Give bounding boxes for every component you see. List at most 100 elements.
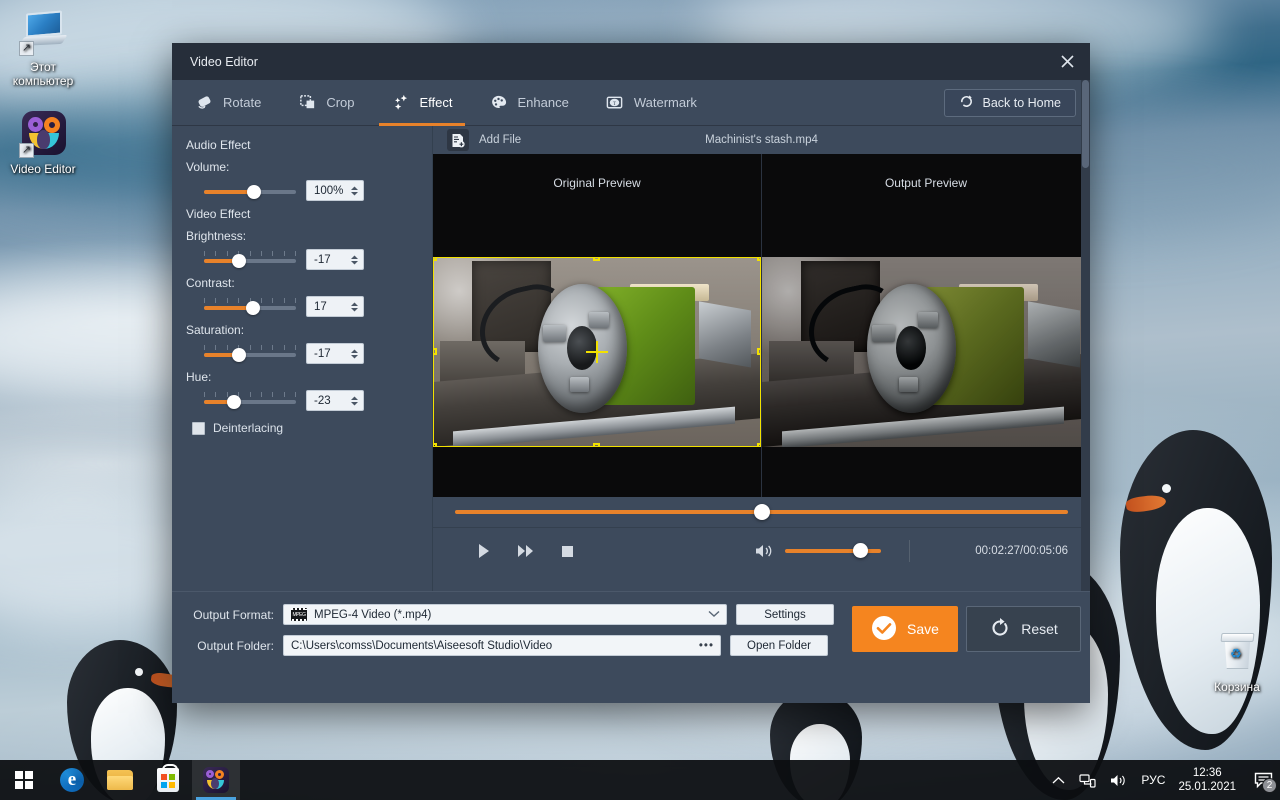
playback-progress-slider[interactable]	[455, 504, 1068, 520]
add-file-icon[interactable]	[447, 129, 469, 151]
video-effect-title: Video Effect	[186, 207, 251, 221]
tab-label: Rotate	[223, 95, 262, 110]
taskbar: РУС 12:36 25.01.2021 2	[0, 760, 1280, 800]
contrast-stepper[interactable]: 17	[306, 296, 364, 317]
network-icon[interactable]	[1072, 773, 1103, 788]
fast-forward-button[interactable]	[517, 543, 535, 559]
scrollbar-thumb[interactable]	[1082, 80, 1089, 168]
brightness-row: -17	[204, 249, 432, 270]
stepper-arrows-icon[interactable]	[350, 254, 359, 266]
taskbar-item-file-explorer[interactable]	[96, 760, 144, 800]
this-pc-icon: ↗	[18, 8, 68, 56]
store-icon	[157, 764, 179, 792]
brightness-stepper[interactable]: -17	[306, 249, 364, 270]
desktop-icon-label: Корзина	[1214, 680, 1260, 694]
tab-bar: Rotate Crop Effect Enhance T Watermark B…	[172, 80, 1090, 126]
volume-stepper[interactable]: 100%	[306, 180, 364, 201]
back-to-home-button[interactable]: Back to Home	[944, 88, 1076, 117]
timecode: 00:02:27/00:05:06	[975, 545, 1068, 557]
reset-button[interactable]: Reset	[966, 606, 1081, 652]
stepper-arrows-icon[interactable]	[350, 185, 359, 197]
action-center-button[interactable]: 2	[1246, 760, 1280, 800]
brightness-value: -17	[314, 253, 331, 266]
saturation-stepper[interactable]: -17	[306, 343, 364, 364]
add-file-label[interactable]: Add File	[479, 134, 521, 146]
contrast-row: 17	[204, 296, 432, 317]
tab-watermark[interactable]: T Watermark	[587, 80, 715, 126]
settings-button[interactable]: Settings	[736, 604, 834, 625]
window-body: Audio Effect Volume: 100% Video Effect B…	[172, 126, 1090, 591]
notification-badge: 2	[1262, 778, 1277, 793]
recycle-bin-icon: ♻	[1213, 628, 1261, 676]
volume-label: Volume:	[186, 160, 230, 174]
desktop-icon-video-editor[interactable]: ↗ Video Editor	[2, 110, 84, 176]
back-arrow-icon	[959, 94, 974, 112]
stepper-arrows-icon[interactable]	[350, 301, 359, 313]
clock[interactable]: 12:36 25.01.2021	[1172, 766, 1246, 794]
shortcut-overlay-icon: ↗	[19, 143, 34, 158]
tab-crop[interactable]: Crop	[279, 80, 372, 126]
stop-button[interactable]	[561, 545, 574, 558]
output-folder-input[interactable]: C:\Users\comss\Documents\Aiseesoft Studi…	[283, 635, 721, 656]
output-video-frame	[762, 257, 1090, 447]
volume-slider[interactable]	[204, 182, 296, 200]
taskbar-item-microsoft-store[interactable]	[144, 760, 192, 800]
tab-label: Enhance	[517, 95, 569, 110]
close-icon[interactable]	[1044, 43, 1090, 80]
penguin-large	[1100, 430, 1280, 760]
brightness-slider[interactable]	[204, 250, 296, 269]
preview-area: Original Preview Output Preview	[433, 154, 1090, 497]
refresh-icon	[989, 617, 1011, 642]
clock-time: 12:36	[1192, 767, 1222, 779]
desktop-icon-recycle-bin[interactable]: ♻ Корзина	[1196, 628, 1278, 694]
reset-label: Reset	[1021, 621, 1058, 637]
edge-icon	[60, 768, 84, 792]
save-button[interactable]: Save	[852, 606, 958, 652]
original-video-frame	[433, 257, 761, 447]
play-button[interactable]	[477, 543, 491, 559]
tab-effect[interactable]: Effect	[373, 80, 471, 126]
file-bar: Add File Machinist's stash.mp4	[433, 126, 1090, 154]
stepper-arrows-icon[interactable]	[350, 395, 359, 407]
watermark-icon: T	[605, 93, 625, 113]
taskbar-item-edge[interactable]	[48, 760, 96, 800]
open-folder-button[interactable]: Open Folder	[730, 635, 828, 656]
audio-effect-title: Audio Effect	[186, 138, 251, 152]
window-title: Video Editor	[190, 54, 258, 69]
saturation-slider[interactable]	[204, 344, 296, 363]
saturation-label: Saturation:	[186, 323, 245, 337]
effect-icon	[391, 93, 411, 113]
speaker-icon[interactable]	[755, 543, 773, 559]
contrast-slider[interactable]	[204, 297, 296, 316]
hue-row: -23	[204, 390, 432, 411]
player-volume-slider[interactable]	[785, 543, 881, 559]
start-button[interactable]	[0, 760, 48, 800]
chevron-down-icon[interactable]	[708, 609, 720, 621]
volume-icon[interactable]	[1103, 773, 1134, 788]
output-format-label: Output Format:	[193, 607, 274, 622]
tab-rotate[interactable]: Rotate	[176, 80, 279, 126]
browse-button[interactable]: •••	[699, 640, 714, 652]
rotate-icon	[194, 93, 214, 113]
output-folder-label: Output Folder:	[197, 638, 274, 653]
stepper-arrows-icon[interactable]	[350, 348, 359, 360]
desktop-icon-label: Video Editor	[10, 162, 76, 176]
taskbar-item-video-editor[interactable]	[192, 760, 240, 800]
hue-slider[interactable]	[204, 391, 296, 410]
contrast-label: Contrast:	[186, 276, 235, 290]
system-tray: РУС 12:36 25.01.2021 2	[1045, 760, 1280, 800]
output-preview-label: Output Preview	[884, 176, 968, 190]
deinterlacing-row[interactable]: Deinterlacing	[192, 421, 432, 435]
show-hidden-icons-button[interactable]	[1045, 776, 1072, 785]
desktop-icon-this-pc[interactable]: ↗ Этот компьютер	[2, 8, 84, 88]
hue-stepper[interactable]: -23	[306, 390, 364, 411]
language-indicator[interactable]: РУС	[1134, 773, 1172, 787]
output-preview: Output Preview	[761, 154, 1090, 497]
tab-enhance[interactable]: Enhance	[471, 80, 587, 126]
crop-icon	[297, 93, 317, 113]
progress-bar-container	[433, 497, 1090, 528]
back-to-home-label: Back to Home	[982, 95, 1061, 110]
output-format-select[interactable]: MPEG MPEG-4 Video (*.mp4)	[283, 604, 727, 625]
window-scrollbar[interactable]	[1081, 80, 1090, 591]
deinterlacing-checkbox[interactable]	[192, 421, 205, 435]
